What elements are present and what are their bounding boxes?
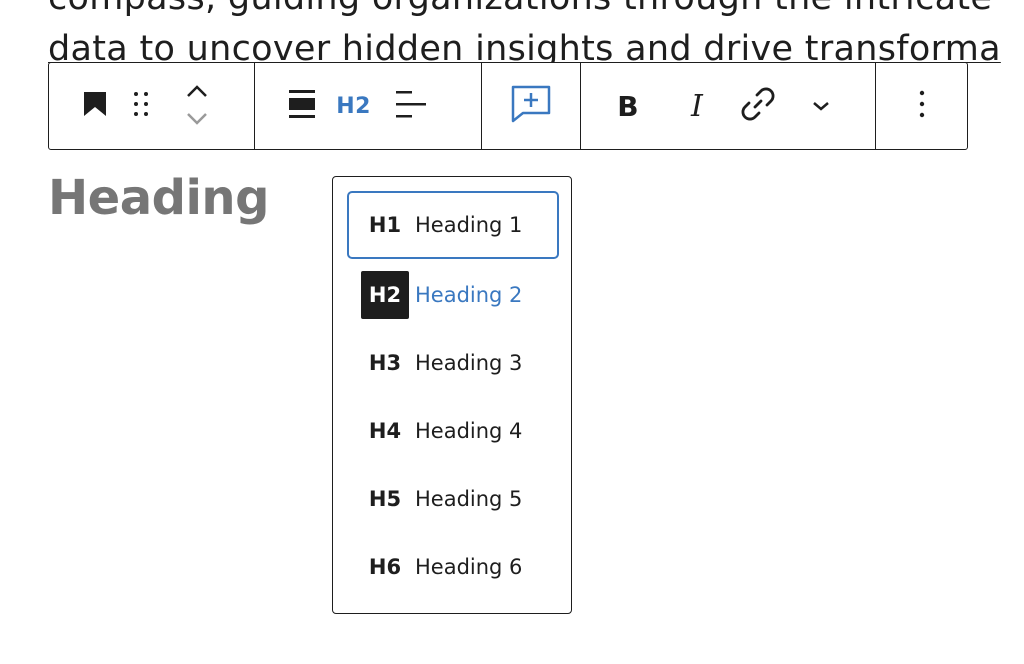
heading-level-label: Heading 3 — [415, 351, 523, 375]
add-comment-icon — [510, 84, 552, 128]
heading-level-code: H5 — [368, 487, 402, 511]
menu-item-heading-1[interactable]: H1 Heading 1 — [347, 191, 559, 259]
block-type-button[interactable] — [77, 78, 113, 134]
heading-level-label: H2 — [336, 93, 371, 119]
heading-level-code: H6 — [368, 555, 402, 579]
link-button[interactable] — [731, 78, 785, 134]
chevron-up-icon — [186, 83, 208, 102]
heading-level-code: H3 — [368, 351, 402, 375]
drag-handle-icon — [132, 90, 150, 122]
add-comment-button[interactable] — [506, 78, 556, 134]
more-vertical-icon — [919, 89, 925, 123]
menu-item-heading-3[interactable]: H3 Heading 3 — [347, 329, 559, 397]
bold-button[interactable]: B — [611, 78, 645, 134]
block-toolbar: H2 B I — [48, 62, 968, 150]
toolbar-group-comment — [482, 63, 581, 149]
heading-level-label: Heading 1 — [415, 213, 523, 237]
italic-button[interactable]: I — [663, 78, 731, 134]
bold-label: B — [617, 89, 639, 123]
heading-level-label: Heading 4 — [415, 419, 523, 443]
heading-level-code: H2 — [361, 271, 409, 319]
chevron-down-icon — [186, 111, 208, 130]
heading-level-button[interactable]: H2 — [319, 78, 389, 134]
heading-level-code: H1 — [368, 213, 402, 237]
text-align-button[interactable] — [389, 78, 433, 134]
heading-level-label: Heading 6 — [415, 555, 523, 579]
toolbar-group-options — [876, 63, 967, 149]
text-align-icon — [395, 89, 427, 123]
toolbar-group-format: H2 — [255, 63, 483, 149]
align-wide-icon — [288, 89, 316, 123]
italic-label: I — [690, 88, 703, 124]
menu-item-heading-6[interactable]: H6 Heading 6 — [347, 533, 559, 601]
bookmark-icon — [83, 91, 107, 121]
align-button[interactable] — [285, 78, 319, 134]
chevron-down-icon — [811, 97, 831, 116]
move-down-button[interactable] — [177, 106, 217, 134]
options-button[interactable] — [902, 78, 942, 134]
heading-level-menu: H1 Heading 1 H2 Heading 2 H3 Heading 3 H… — [332, 176, 572, 614]
menu-item-heading-5[interactable]: H5 Heading 5 — [347, 465, 559, 533]
toolbar-group-block — [49, 63, 255, 149]
heading-level-code: H4 — [368, 419, 402, 443]
toolbar-group-inline: B I — [581, 63, 877, 149]
menu-item-heading-2[interactable]: H2 Heading 2 — [347, 261, 559, 329]
more-formats-button[interactable] — [785, 78, 857, 134]
heading-level-label: Heading 5 — [415, 487, 523, 511]
heading-block[interactable]: Heading — [48, 170, 269, 226]
link-icon — [741, 87, 775, 125]
menu-item-heading-4[interactable]: H4 Heading 4 — [347, 397, 559, 465]
heading-level-label: Heading 2 — [415, 283, 523, 307]
paragraph-line: compass, guiding organizations through t… — [48, 0, 992, 18]
drag-handle[interactable] — [113, 78, 169, 134]
move-up-button[interactable] — [177, 78, 217, 106]
move-controls — [169, 78, 225, 134]
